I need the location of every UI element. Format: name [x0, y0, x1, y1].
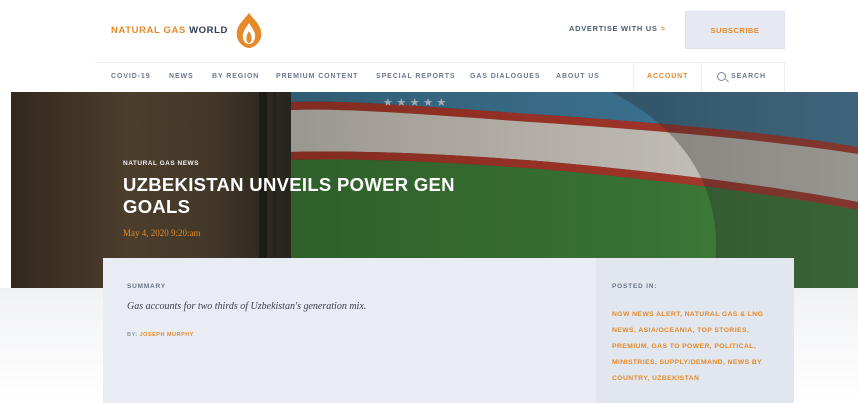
account-link[interactable]: ACCOUNT [647, 73, 688, 80]
nav-item-about-us[interactable]: ABOUT US [556, 73, 600, 80]
logo-wordmark: NATURAL GAS WORLD [111, 24, 228, 36]
site-logo[interactable]: NATURAL GAS WORLD [111, 12, 266, 48]
site-header: NATURAL GAS WORLD ADVERTISE WITH US > SUB… [0, 0, 858, 62]
byline: BY: JOSEPH MURPHY [127, 332, 194, 338]
posted-in-label: POSTED IN: [612, 283, 658, 290]
nav-item-gas-dialogues[interactable]: GAS DIALOGUES [470, 73, 540, 80]
search-icon[interactable] [717, 72, 726, 81]
author-link[interactable]: JOSEPH MURPHY [140, 332, 194, 338]
nav-divider [784, 63, 785, 93]
nav-item-covid[interactable]: COVID-19 [111, 73, 151, 80]
nav-divider [701, 63, 702, 93]
summary-text: Gas accounts for two thirds of Uzbekista… [127, 301, 367, 312]
search-link[interactable]: SEARCH [731, 73, 766, 80]
summary-label: SUMMARY [127, 283, 166, 290]
summary-card: SUMMARY Gas accounts for two thirds of U… [103, 258, 596, 403]
nav-item-special-reports[interactable]: SPECIAL REPORTS [376, 73, 456, 80]
article-headline: UZBEKISTAN UNVEILS POWER GEN GOALS [123, 174, 455, 217]
nav-item-premium-content[interactable]: PREMIUM CONTENT [276, 73, 358, 80]
nav-divider [633, 63, 634, 93]
flame-icon [236, 13, 262, 48]
article-category[interactable]: NATURAL GAS NEWS [123, 160, 199, 167]
category-tags[interactable]: NGW NEWS ALERT, NATURAL GAS & LNG NEWS, … [612, 307, 784, 387]
posted-in-card: POSTED IN: NGW NEWS ALERT, NATURAL GAS &… [596, 258, 794, 403]
article-date: May 4, 2020 9:20:am [123, 228, 201, 238]
nav-item-news[interactable]: NEWS [169, 73, 194, 80]
subscribe-button[interactable]: SUBSCRIBE [685, 11, 785, 49]
nav-item-by-region[interactable]: BY REGION [212, 73, 259, 80]
main-nav: COVID-19 NEWS BY REGION PREMIUM CONTENT … [95, 62, 785, 93]
chevron-right-icon: > [660, 24, 666, 33]
advertise-link[interactable]: ADVERTISE WITH US > [569, 24, 666, 33]
